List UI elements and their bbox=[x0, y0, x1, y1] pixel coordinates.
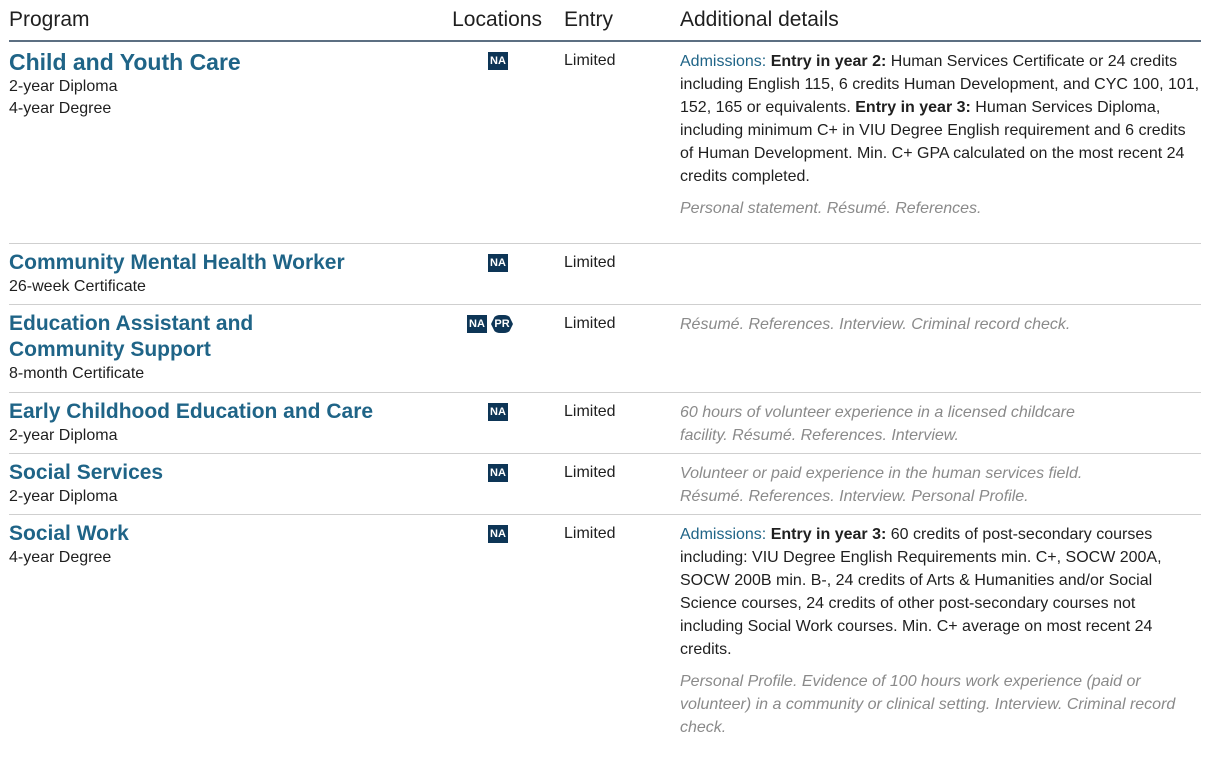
requirements-note: Personal Profile. Evidence of 100 hours … bbox=[680, 673, 1176, 736]
additional-details: 60 hours of volunteer experience in a li… bbox=[680, 399, 1201, 448]
locations-cell: NA bbox=[419, 521, 564, 732]
program-table: Program Locations Entry Additional detai… bbox=[9, 0, 1201, 737]
admissions-text: Admissions: Entry in year 3: 60 credits … bbox=[680, 523, 1201, 661]
locations-cell: NA bbox=[419, 399, 564, 448]
program-table-page: Program Locations Entry Additional detai… bbox=[0, 0, 1210, 768]
program-credential: 2-year Diploma bbox=[9, 427, 118, 444]
note-line: facility. Résumé. References. Interview. bbox=[680, 427, 959, 444]
admissions-entry-label: Entry in year 3: bbox=[855, 99, 971, 116]
admissions-label: Admissions: bbox=[680, 53, 767, 70]
note-line: Volunteer or paid experience in the huma… bbox=[680, 465, 1083, 482]
table-header: Program Locations Entry Additional detai… bbox=[9, 0, 1201, 42]
table-row: Education Assistant and Community Suppor… bbox=[9, 305, 1201, 393]
entry-value: Limited bbox=[564, 403, 616, 420]
location-badge-na: NA bbox=[467, 315, 487, 333]
admissions-text: Admissions: Entry in year 2: Human Servi… bbox=[680, 50, 1201, 188]
table-row: Early Childhood Education and Care 2-yea… bbox=[9, 393, 1201, 454]
header-locations: Locations bbox=[452, 8, 542, 31]
note-line: 60 hours of volunteer experience in a li… bbox=[680, 404, 1075, 421]
program-name-link[interactable]: Child and Youth Care bbox=[9, 48, 419, 76]
program-name-link[interactable]: Social Services bbox=[9, 460, 419, 486]
requirements-note: Résumé. References. Interview. Criminal … bbox=[680, 316, 1071, 333]
program-credential: 4-year Degree bbox=[9, 549, 112, 566]
locations-cell: NA bbox=[419, 460, 564, 509]
header-details: Additional details bbox=[680, 8, 839, 31]
location-badge-na: NA bbox=[488, 403, 508, 421]
additional-details: Admissions: Entry in year 2: Human Servi… bbox=[680, 48, 1201, 238]
location-badge-na: NA bbox=[488, 464, 508, 482]
locations-cell: NA PR bbox=[419, 311, 564, 387]
header-program: Program bbox=[9, 8, 90, 31]
additional-details: Volunteer or paid experience in the huma… bbox=[680, 460, 1201, 509]
admissions-entry-text: 60 credits of post-secondary courses inc… bbox=[680, 526, 1162, 658]
program-credential: 8-month Certificate bbox=[9, 365, 145, 382]
program-credential: 26-week Certificate bbox=[9, 278, 146, 295]
location-badge-na: NA bbox=[488, 52, 508, 70]
note-line: Résumé. References. Interview. Personal … bbox=[680, 488, 1029, 505]
location-badge-na: NA bbox=[488, 525, 508, 543]
program-credential: 2-year Diploma bbox=[9, 78, 118, 95]
requirements-note: Personal statement. Résumé. References. bbox=[680, 200, 982, 217]
header-entry: Entry bbox=[564, 8, 614, 31]
requirements-note: Volunteer or paid experience in the huma… bbox=[680, 462, 1201, 508]
entry-value: Limited bbox=[564, 315, 616, 332]
program-name-line: Education Assistant and bbox=[9, 312, 254, 335]
locations-cell: NA bbox=[419, 250, 564, 299]
location-badge-pr: PR bbox=[491, 315, 513, 333]
entry-value: Limited bbox=[564, 525, 616, 542]
table-row: Social Work 4-year Degree NA Limited Adm… bbox=[9, 515, 1201, 737]
admissions-entry-label: Entry in year 2: bbox=[770, 53, 887, 70]
table-row: Community Mental Health Worker 26-week C… bbox=[9, 244, 1201, 305]
additional-details bbox=[680, 250, 1201, 299]
entry-value: Limited bbox=[564, 254, 616, 271]
location-badge-na: NA bbox=[488, 254, 508, 272]
program-name-link[interactable]: Early Childhood Education and Care bbox=[9, 399, 419, 425]
additional-details: Admissions: Entry in year 3: 60 credits … bbox=[680, 521, 1201, 736]
requirements-note: 60 hours of volunteer experience in a li… bbox=[680, 401, 1201, 447]
table-row: Child and Youth Care 2-year Diploma 4-ye… bbox=[9, 42, 1201, 244]
program-credential: 4-year Degree bbox=[9, 100, 112, 117]
entry-value: Limited bbox=[564, 464, 616, 481]
program-credential: 2-year Diploma bbox=[9, 488, 118, 505]
admissions-label: Admissions: bbox=[680, 526, 767, 543]
table-row: Social Services 2-year Diploma NA Limite… bbox=[9, 454, 1201, 515]
program-name-link[interactable]: Community Mental Health Worker bbox=[9, 250, 419, 276]
program-name-link[interactable]: Social Work bbox=[9, 521, 419, 547]
entry-value: Limited bbox=[564, 52, 616, 69]
additional-details: Résumé. References. Interview. Criminal … bbox=[680, 311, 1201, 387]
locations-cell: NA bbox=[419, 48, 564, 238]
admissions-entry-label: Entry in year 3: bbox=[770, 526, 887, 543]
program-name-line: Community Support bbox=[9, 338, 211, 361]
program-name-link[interactable]: Education Assistant and Community Suppor… bbox=[9, 311, 419, 363]
